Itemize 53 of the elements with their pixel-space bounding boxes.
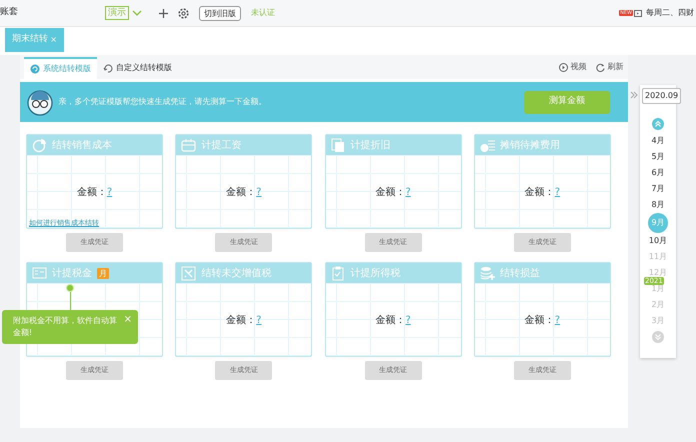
- promo-link[interactable]: 每周二、四财: [646, 7, 694, 19]
- tooltip-text: 附加税金不用算，软件自动算金额!: [13, 315, 118, 339]
- pie-chart-icon: [32, 138, 47, 152]
- month-item[interactable]: 8月: [648, 197, 668, 213]
- demo-tag: 演示: [105, 6, 129, 20]
- switch-version-button[interactable]: 切到旧版: [199, 6, 241, 20]
- expand-icon[interactable]: [630, 91, 638, 99]
- refresh-icon: [103, 63, 113, 73]
- month-badge: 月: [97, 268, 109, 278]
- play-icon: [558, 62, 568, 72]
- form-icon: [32, 266, 47, 280]
- settings-icon[interactable]: [178, 8, 189, 18]
- coin-list-icon: [480, 138, 495, 152]
- refresh-icon: [596, 62, 604, 72]
- action-link[interactable]: 视频: [558, 61, 586, 73]
- card-title: 结转未交增值税: [201, 266, 272, 280]
- refresh-circle-icon: [30, 64, 40, 74]
- account-name: 账套: [0, 6, 18, 20]
- banner-message: 亲，多个凭证模版帮您快速生成凭证，请先测算一下金额。: [58, 96, 266, 108]
- action-link[interactable]: 刷新: [596, 61, 624, 73]
- calculate-button[interactable]: 测算金额: [524, 90, 610, 114]
- month-item[interactable]: 6月: [648, 165, 668, 181]
- avatar-drawing: [26, 88, 54, 116]
- amount-label: 金额：: [375, 186, 406, 200]
- tv-icon: [634, 9, 642, 17]
- card-title: 计提工资: [201, 138, 242, 152]
- auth-status: 未认证: [251, 7, 275, 19]
- amount-label: 金额：: [226, 186, 256, 200]
- amount-label: 金额：: [524, 186, 555, 200]
- plus-icon[interactable]: [159, 8, 168, 18]
- clipboard-icon: [330, 266, 346, 280]
- amount-label: 金额：: [524, 314, 555, 328]
- amount-label: 金额：: [76, 186, 107, 200]
- card-title: 计提税金: [52, 266, 92, 280]
- amount-label: 金额：: [226, 314, 256, 328]
- month-item[interactable]: 7月: [648, 181, 668, 197]
- card-title: 结转损益: [500, 266, 540, 280]
- chevron-down-icon[interactable]: [132, 10, 142, 16]
- template-tab[interactable]: 系统结转模版: [24, 57, 97, 79]
- template-tab[interactable]: 自定义结转模版: [97, 57, 178, 79]
- card-title: 计提所得税: [350, 266, 401, 280]
- month-item[interactable]: 4月: [648, 133, 668, 149]
- card-title: 计提折旧: [350, 138, 391, 152]
- coin-stack-icon: [480, 266, 495, 280]
- month-item[interactable]: 5月: [648, 149, 668, 165]
- scroll-down-icon[interactable]: [652, 331, 664, 343]
- month-item[interactable]: 10月: [648, 233, 668, 249]
- amount-label: 金额：: [375, 314, 406, 328]
- card-title: 摊销待摊费用: [500, 138, 560, 152]
- current-period: 2020.09: [642, 88, 682, 104]
- documents-icon: [330, 138, 346, 152]
- card-title: 结转销售成本: [52, 138, 112, 152]
- scroll-up-icon[interactable]: [652, 118, 664, 130]
